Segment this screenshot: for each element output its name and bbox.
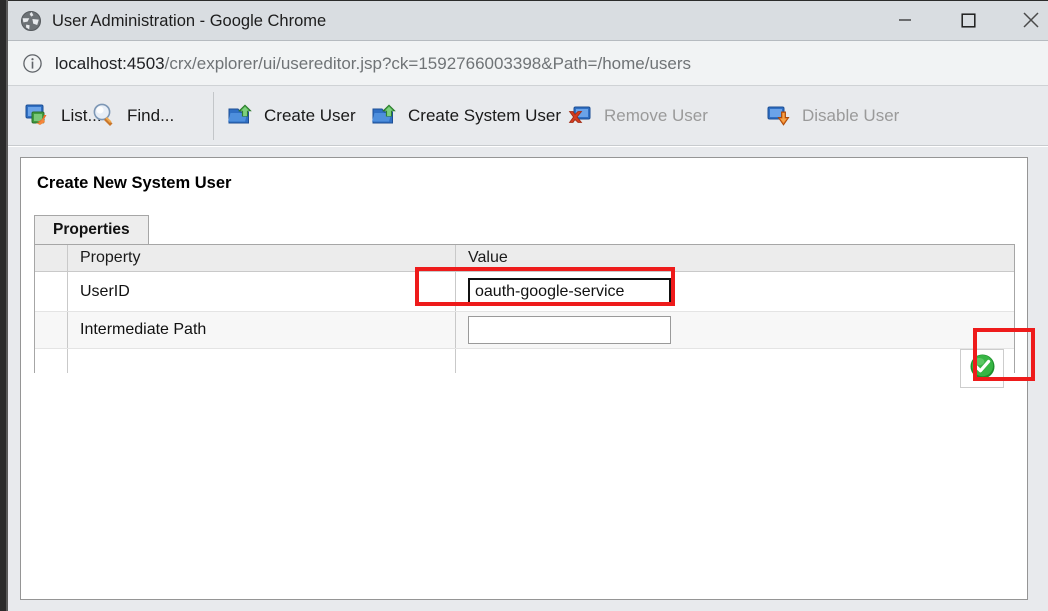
browser-window: User Administration - Google Chrome loca… <box>0 0 1048 611</box>
window-minimize-button[interactable] <box>882 1 928 39</box>
actions-select-cell <box>35 349 68 373</box>
userid-input[interactable] <box>468 277 671 306</box>
properties-table: Property Value UserID Intermediate Path <box>34 244 1015 388</box>
tab-properties[interactable]: Properties <box>34 215 149 244</box>
create-system-user-panel: Create New System User Properties Proper… <box>20 157 1028 600</box>
disable-user-icon <box>765 102 795 130</box>
magnifier-icon <box>90 102 120 130</box>
header-cell-select <box>35 245 68 271</box>
value-cell-intermediate-path <box>456 312 1014 348</box>
toolbar-button-create-user[interactable]: Create User <box>227 100 356 132</box>
url-host: localhost:4503 <box>55 54 165 73</box>
green-check-icon <box>969 353 996 385</box>
toolbar-button-find[interactable]: Find... <box>90 100 174 132</box>
toolbar-button-create-system-user-label: Create System User <box>408 106 562 125</box>
value-cell-userid <box>456 272 1014 311</box>
crx-toolbar: List... Find... Create User Create Syste… <box>8 86 1048 146</box>
create-user-icon <box>227 102 257 130</box>
header-cell-property: Property <box>68 245 456 271</box>
close-icon <box>1023 12 1039 28</box>
window-maximize-button[interactable] <box>945 1 991 39</box>
property-label-userid: UserID <box>68 272 456 311</box>
list-windows-icon <box>24 102 54 130</box>
toolbar-button-remove-user-label: Remove User <box>604 106 708 125</box>
info-circle-icon[interactable] <box>22 53 43 74</box>
toolbar-separator <box>213 92 214 140</box>
actions-property-cell <box>68 349 456 373</box>
row-select-cell[interactable] <box>35 312 68 348</box>
intermediate-path-input[interactable] <box>468 316 671 344</box>
toolbar-button-find-label: Find... <box>127 106 175 125</box>
globe-icon <box>20 10 42 32</box>
header-cell-value: Value <box>468 249 508 266</box>
table-row: Intermediate Path <box>35 312 1014 349</box>
toolbar-button-disable-user[interactable]: Disable User <box>765 100 899 132</box>
toolbar-button-create-system-user[interactable]: Create System User <box>371 100 561 132</box>
address-bar[interactable]: localhost:4503/crx/explorer/ui/useredito… <box>8 41 1048 86</box>
window-title: User Administration - Google Chrome <box>52 12 327 30</box>
toolbar-button-remove-user[interactable]: Remove User <box>567 100 708 132</box>
title-bar: User Administration - Google Chrome <box>8 0 1048 41</box>
url-path: /crx/explorer/ui/usereditor.jsp?ck=15927… <box>164 54 692 73</box>
window-close-button[interactable] <box>1008 1 1048 39</box>
table-actions-row <box>35 349 1014 373</box>
toolbar-button-create-user-label: Create User <box>264 106 356 125</box>
minimize-icon <box>899 19 911 21</box>
property-label-intermediate-path: Intermediate Path <box>68 312 456 348</box>
crx-page-body: Create New System User Properties Proper… <box>8 147 1048 611</box>
save-button[interactable] <box>960 349 1004 388</box>
table-row: UserID <box>35 272 1014 312</box>
row-select-cell[interactable] <box>35 272 68 311</box>
toolbar-button-disable-user-label: Disable User <box>802 106 900 125</box>
tab-strip: Properties <box>34 215 1015 244</box>
tab-properties-label: Properties <box>53 221 130 238</box>
page-title: Create New System User <box>37 174 232 192</box>
create-system-user-icon <box>371 102 401 130</box>
table-header-row: Property Value <box>35 245 1014 272</box>
maximize-icon <box>960 12 976 28</box>
url-text[interactable]: localhost:4503/crx/explorer/ui/useredito… <box>55 52 691 75</box>
remove-user-icon <box>567 102 597 130</box>
actions-value-cell <box>456 349 1014 373</box>
